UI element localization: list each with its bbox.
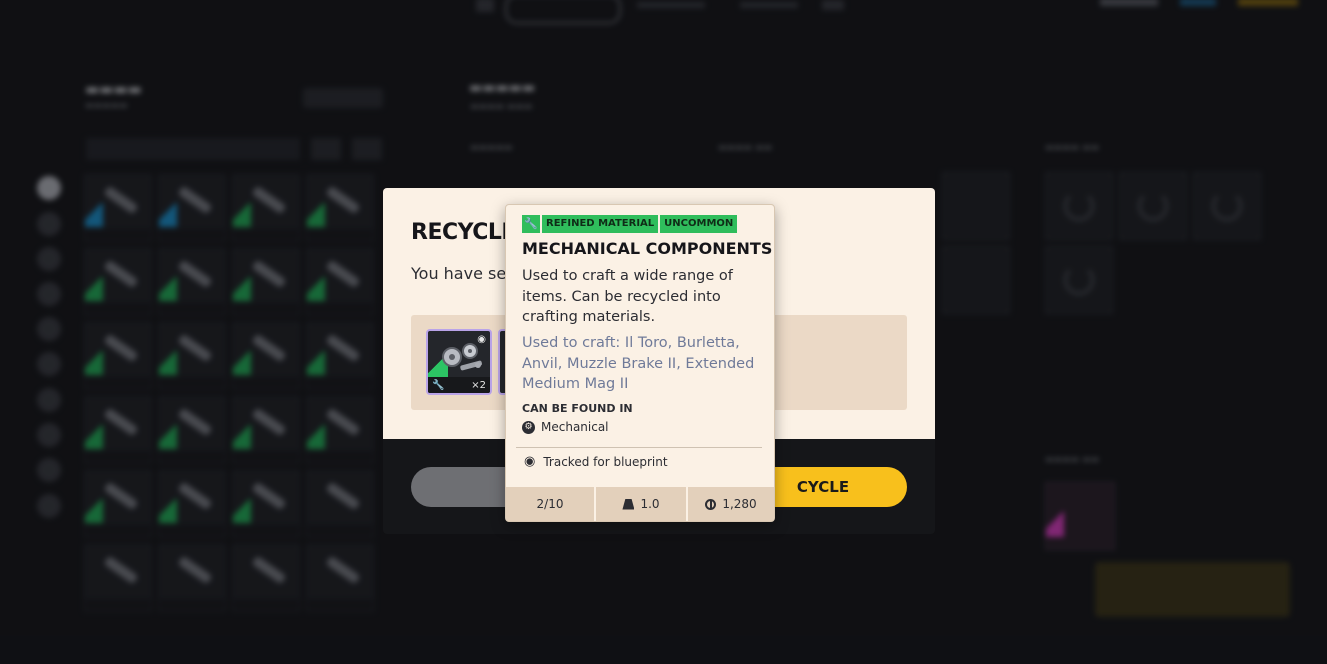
- item-tooltip: 🔧 REFINED MATERIAL UNCOMMON MECHANICAL C…: [505, 204, 775, 522]
- wrench-icon: 🔧: [522, 215, 540, 233]
- tab-system[interactable]: [740, 2, 798, 8]
- stash-slot[interactable]: [306, 544, 374, 612]
- quick-use-slot[interactable]: [1045, 246, 1113, 314]
- expand-button[interactable]: [303, 88, 383, 108]
- loadout-title: ▬▬▬▬▬: [469, 80, 536, 96]
- safe-pocket-label: ▬▬▬▬ ▬▬: [1045, 455, 1100, 465]
- sidebar-icon[interactable]: [37, 247, 61, 271]
- stack-value: 2/10: [536, 497, 564, 511]
- stash-slot[interactable]: [158, 322, 226, 390]
- stash-slot[interactable]: [306, 322, 374, 390]
- stash-slot[interactable]: [158, 174, 226, 242]
- found-in-label: CAN BE FOUND IN: [522, 402, 633, 415]
- quick-use-slot[interactable]: [1119, 172, 1187, 240]
- action-button-blurred[interactable]: [1095, 562, 1290, 617]
- tracked-row: ◉ Tracked for blueprint: [524, 454, 668, 469]
- wrench-icon: 🔧: [432, 380, 445, 391]
- sidebar-icon[interactable]: [37, 317, 61, 341]
- tag-rarity: UNCOMMON: [660, 215, 738, 233]
- backpack-label: ▬▬▬▬ ▬▬: [718, 143, 773, 153]
- used-to-craft: Used to craft: Il Toro, Burletta, Anvil,…: [522, 335, 755, 392]
- sort-button[interactable]: [352, 138, 382, 160]
- quick-use-slot[interactable]: [1193, 172, 1261, 240]
- stash-slot[interactable]: [306, 396, 374, 464]
- item-description: Used to craft a wide range of items. Can…: [522, 268, 733, 325]
- item-stats-footer: 2/10 1.0 1,280: [506, 487, 774, 521]
- weight-stat: 1.0: [594, 487, 686, 521]
- sidebar-icon[interactable]: [37, 352, 61, 376]
- stash-slot[interactable]: [232, 174, 300, 242]
- stash-slot[interactable]: [84, 470, 152, 538]
- stash-slot[interactable]: [232, 322, 300, 390]
- location-gear-icon: ⚙: [522, 420, 535, 434]
- stash-slot[interactable]: [84, 396, 152, 464]
- tab-loadout[interactable]: [637, 2, 705, 8]
- divider: [516, 447, 762, 448]
- item-name: MECHANICAL COMPONENTS: [522, 239, 773, 258]
- stash-slot[interactable]: [232, 248, 300, 316]
- stash-slot[interactable]: [232, 396, 300, 464]
- selected-item-card[interactable]: ◉ 🔧 ×2: [426, 329, 492, 395]
- category-filter[interactable]: [86, 138, 300, 160]
- sidebar-icon[interactable]: [37, 388, 61, 412]
- stack-count: 2/10: [506, 487, 594, 521]
- stash-slot[interactable]: [306, 174, 374, 242]
- currency-gold: [1238, 0, 1298, 6]
- menu-icon[interactable]: [822, 0, 844, 10]
- sidebar-icon[interactable]: [37, 458, 61, 482]
- sidebar-icon[interactable]: [37, 212, 61, 236]
- quick-use-slot[interactable]: [1045, 172, 1113, 240]
- eye-icon: ◉: [524, 454, 536, 469]
- coin-icon: [705, 498, 717, 510]
- loadout-subtitle: ▬▬▬▬ ▬▬▬: [470, 102, 533, 112]
- weight-icon: [622, 498, 635, 510]
- backpack-slot[interactable]: [942, 246, 1010, 314]
- tracked-label: Tracked for blueprint: [543, 454, 668, 469]
- found-in-row: ⚙ Mechanical: [522, 420, 609, 434]
- item-quantity: ×2: [471, 380, 486, 391]
- stash-slot[interactable]: [84, 248, 152, 316]
- sidebar-icon[interactable]: [37, 282, 61, 306]
- tracked-eye-icon: ◉: [477, 334, 486, 345]
- safe-pocket-slot[interactable]: [1045, 482, 1115, 550]
- weight-value: 1.0: [640, 497, 660, 511]
- nav-icon[interactable]: [476, 0, 494, 12]
- quick-use-label: ▬▬▬▬ ▬▬: [1045, 143, 1100, 153]
- stash-subtitle: ▬▬▬▬▬: [85, 101, 128, 111]
- stash-slot[interactable]: [232, 544, 300, 612]
- backpack-slot[interactable]: [942, 172, 1010, 240]
- sidebar-icon[interactable]: [37, 494, 61, 518]
- recycle-button-label: CYCLE: [796, 478, 850, 496]
- stash-slot[interactable]: [306, 248, 374, 316]
- stash-slot[interactable]: [232, 470, 300, 538]
- equipment-label: ▬▬▬▬▬: [470, 143, 513, 153]
- found-in-value: Mechanical: [541, 420, 609, 434]
- stash-slot[interactable]: [84, 322, 152, 390]
- tab-inventory[interactable]: [505, 0, 621, 24]
- dialog-title: RECYCLE: [411, 220, 516, 245]
- stash-slot[interactable]: [306, 470, 374, 538]
- filter-button[interactable]: [311, 138, 341, 160]
- stash-slot[interactable]: [158, 396, 226, 464]
- value-amount: 1,280: [722, 497, 757, 511]
- value-stat: 1,280: [686, 487, 774, 521]
- item-tags: 🔧 REFINED MATERIAL UNCOMMON: [522, 215, 738, 233]
- stash-slot[interactable]: [158, 544, 226, 612]
- stash-slot[interactable]: [158, 248, 226, 316]
- stash-grid: [84, 174, 374, 612]
- currency-blue: [1180, 0, 1216, 6]
- tag-category: REFINED MATERIAL: [542, 215, 659, 233]
- stash-slot[interactable]: [84, 174, 152, 242]
- stash-title: ▬▬▬▬: [85, 80, 142, 98]
- top-navigation: [0, 0, 1327, 24]
- sidebar-icon[interactable]: [37, 423, 61, 447]
- stash-slot[interactable]: [84, 544, 152, 612]
- sidebar-icon-all[interactable]: [37, 176, 61, 200]
- currency-coins: [1100, 0, 1158, 6]
- stash-slot[interactable]: [158, 470, 226, 538]
